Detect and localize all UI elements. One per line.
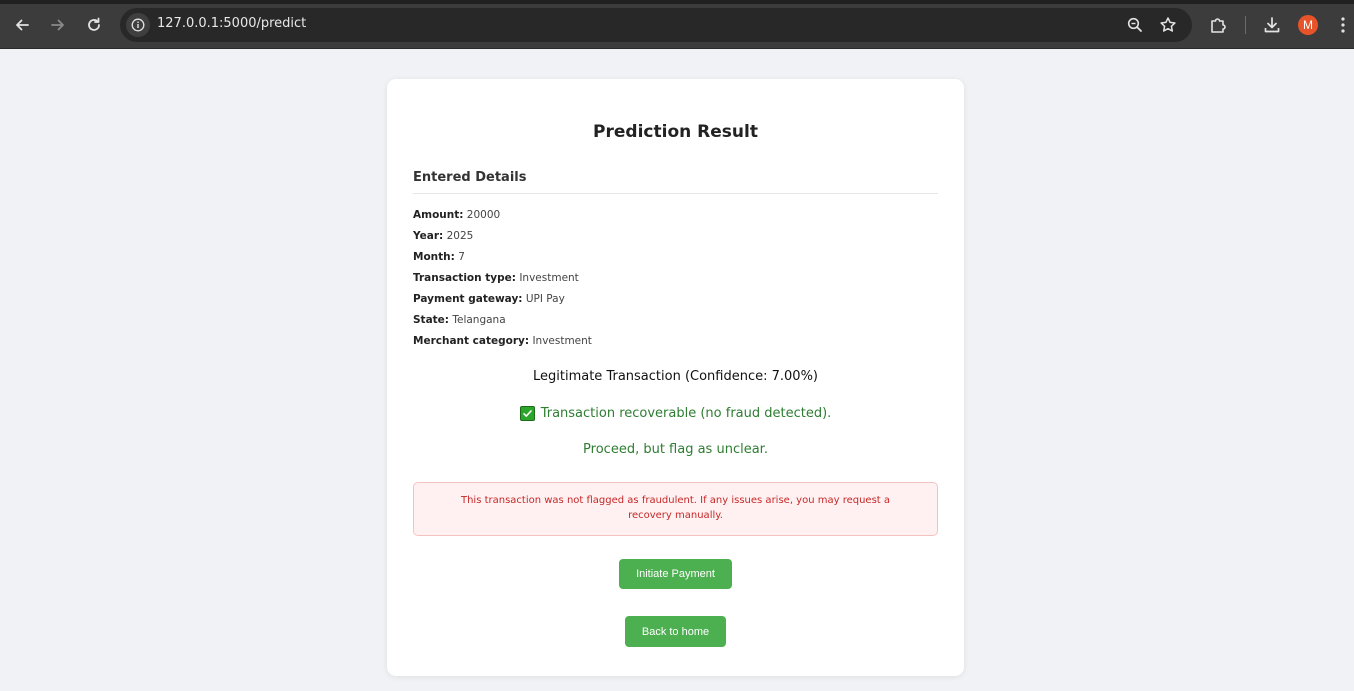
page-title: Prediction Result [593,122,758,142]
profile-avatar[interactable]: M [1298,15,1318,35]
section-heading: Entered Details [413,170,527,185]
info-icon [131,18,145,32]
recovery-alert: This transaction was not flagged as frau… [413,482,938,536]
zoom-icon[interactable] [1126,16,1144,34]
back-to-home-button[interactable]: Back to home [625,616,726,647]
detail-row-transaction-type: Transaction type: Investment [413,271,938,292]
site-info-button[interactable] [126,13,150,37]
details-list: Amount: 20000 Year: 2025 Month: 7 Transa… [413,208,938,355]
detail-value: 20000 [466,209,501,221]
check-mark-icon [519,406,535,421]
recoverable-text: Transaction recoverable (no fraud detect… [540,406,832,421]
detail-row-payment-gateway: Payment gateway: UPI Pay [413,292,938,313]
download-icon[interactable] [1262,15,1282,35]
detail-label: Month: [413,251,455,263]
detail-row-state: State: Telangana [413,313,938,334]
detail-value: 7 [458,251,465,263]
url-text[interactable]: 127.0.0.1:5000/predict [157,16,306,31]
detail-value: Investment [519,272,579,284]
star-icon[interactable] [1159,16,1177,34]
tab-strip [0,0,1354,4]
detail-row-month: Month: 7 [413,250,938,271]
puzzle-icon[interactable] [1208,15,1228,35]
prediction-verdict: Legitimate Transaction (Confidence: 7.00… [533,369,818,384]
result-card: Prediction Result Entered Details Amount… [387,79,964,676]
detail-row-merchant-category: Merchant category: Investment [413,334,938,355]
alert-text: This transaction was not flagged as frau… [460,495,891,521]
browser-toolbar: 127.0.0.1:5000/predict M [0,0,1354,49]
detail-row-year: Year: 2025 [413,229,938,250]
reload-icon [88,17,100,31]
detail-value: 2025 [446,230,474,242]
detail-label: State: [413,314,450,326]
page-viewport: Prediction Result Entered Details Amount… [0,49,1354,691]
detail-row-amount: Amount: 20000 [413,208,938,229]
detail-value: Investment [532,335,592,347]
recoverable-status: Transaction recoverable (no fraud detect… [387,406,964,421]
detail-label: Year: [413,230,444,242]
section-divider [413,193,938,194]
reload-button[interactable] [80,11,108,39]
detail-value: Telangana [452,314,506,326]
arrow-right-icon [51,19,64,31]
toolbar-divider [1245,16,1246,34]
advice-text: Proceed, but flag as unclear. [583,442,768,457]
detail-value: UPI Pay [525,293,565,305]
address-bar[interactable]: 127.0.0.1:5000/predict [120,8,1192,42]
detail-label: Payment gateway: [413,293,523,305]
detail-label: Transaction type: [413,272,516,284]
arrow-left-icon [16,19,29,31]
initiate-payment-button[interactable]: Initiate Payment [619,559,732,589]
detail-label: Amount: [413,209,464,221]
back-button[interactable] [8,11,36,39]
forward-button[interactable] [44,11,72,39]
detail-label: Merchant category: [413,335,530,347]
kebab-icon[interactable] [1337,15,1349,35]
